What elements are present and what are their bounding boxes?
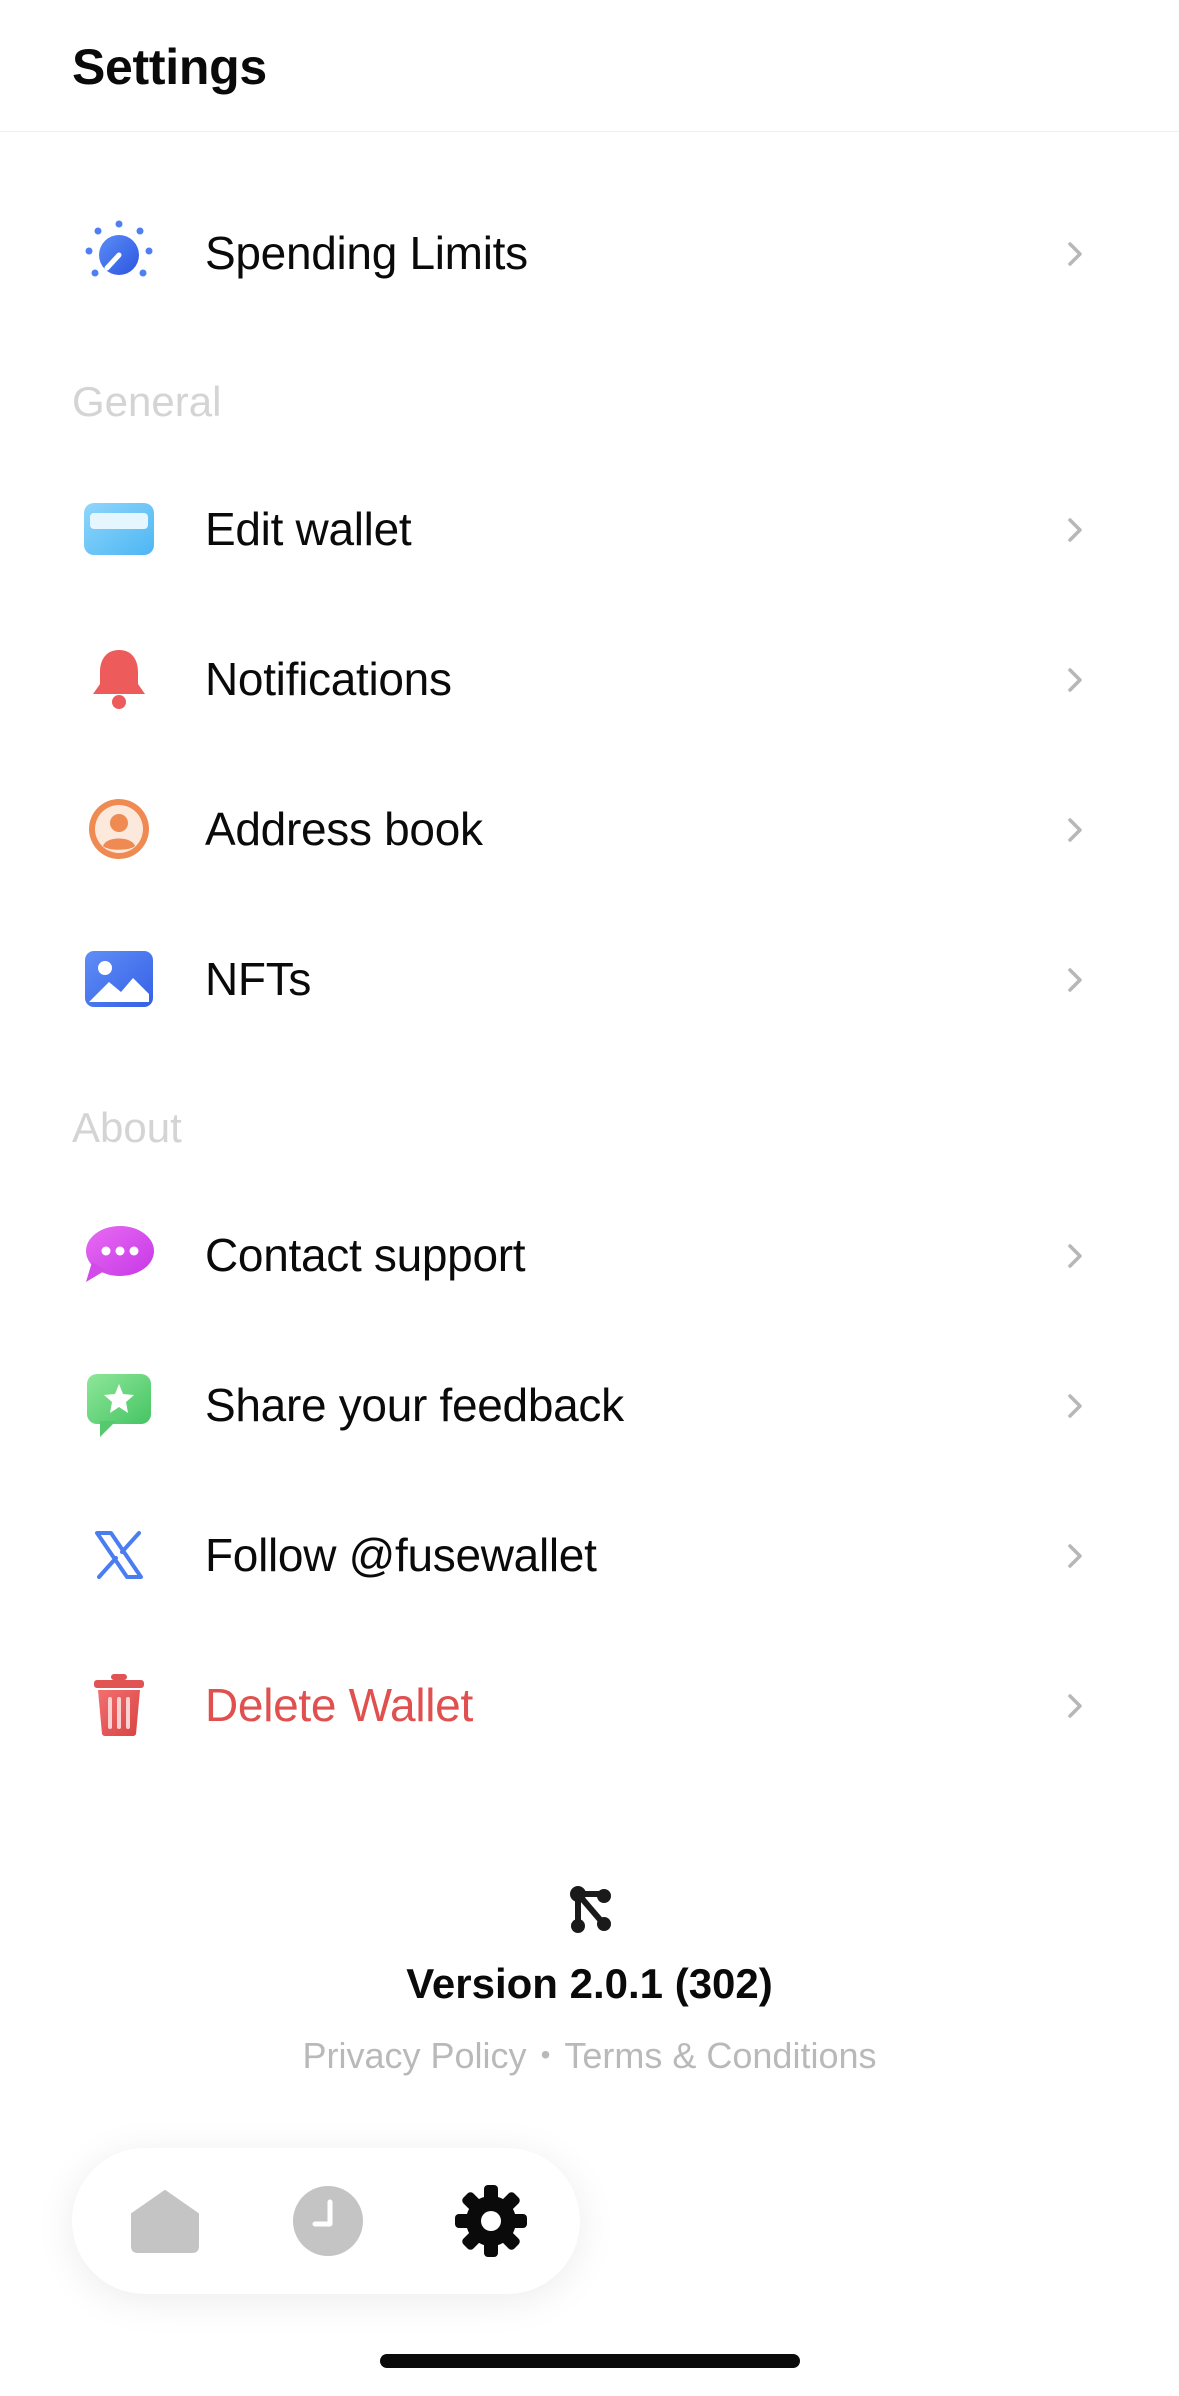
settings-row-notifications[interactable]: Notifications: [0, 614, 1179, 744]
settings-row-nfts[interactable]: NFTs: [0, 914, 1179, 1044]
chevron-right-icon: [1068, 668, 1082, 692]
tab-settings[interactable]: [448, 2178, 534, 2264]
legal-links: Privacy Policy • Terms & Conditions: [0, 2035, 1179, 2077]
app-version: Version 2.0.1 (302): [406, 1960, 773, 2007]
settings-row-address-book[interactable]: Address book: [0, 764, 1179, 894]
contact-icon: [80, 794, 158, 864]
row-label: Spending Limits: [205, 227, 528, 279]
gear-icon: [455, 2185, 527, 2257]
wallet-card-icon: [80, 494, 158, 564]
section-header-general: General: [72, 378, 222, 425]
terms-link[interactable]: Terms & Conditions: [564, 2035, 876, 2077]
settings-row-contact-support[interactable]: Contact support: [0, 1190, 1179, 1320]
settings-row-spending-limits[interactable]: Spending Limits: [0, 188, 1179, 318]
settings-row-follow-fusewallet[interactable]: Follow @fusewallet: [0, 1490, 1179, 1620]
settings-row-edit-wallet[interactable]: Edit wallet: [0, 464, 1179, 594]
row-label: Share your feedback: [205, 1379, 624, 1431]
gauge-icon: [80, 218, 158, 288]
settings-row-delete-wallet[interactable]: Delete Wallet: [0, 1640, 1179, 1770]
chevron-right-icon: [1068, 518, 1082, 542]
privacy-policy-link[interactable]: Privacy Policy: [303, 2035, 527, 2077]
chevron-right-icon: [1068, 1244, 1082, 1268]
feedback-star-icon: [80, 1370, 158, 1440]
bottom-tab-bar: [72, 2148, 580, 2294]
link-separator: •: [540, 2039, 551, 2070]
chat-bubble-icon: [80, 1220, 158, 1290]
chevron-right-icon: [1068, 1394, 1082, 1418]
home-icon: [131, 2190, 199, 2253]
row-label: Notifications: [205, 653, 452, 705]
settings-row-share-feedback[interactable]: Share your feedback: [0, 1340, 1179, 1470]
tab-home[interactable]: [122, 2178, 208, 2264]
row-label: NFTs: [205, 953, 312, 1005]
chevron-right-icon: [1068, 242, 1082, 266]
chevron-right-icon: [1068, 818, 1082, 842]
row-label: Contact support: [205, 1229, 526, 1281]
bell-icon: [80, 644, 158, 714]
clock-icon: [293, 2186, 363, 2256]
row-label: Edit wallet: [205, 503, 412, 555]
row-label: Follow @fusewallet: [205, 1529, 597, 1581]
section-header-about: About: [72, 1104, 182, 1151]
chevron-right-icon: [1068, 968, 1082, 992]
home-indicator: [380, 2354, 800, 2368]
image-icon: [80, 944, 158, 1014]
row-label: Address book: [205, 803, 483, 855]
fuse-logo-icon: [570, 1886, 611, 1933]
chevron-right-icon: [1068, 1544, 1082, 1568]
page-title: Settings: [72, 39, 267, 95]
tab-history[interactable]: [285, 2178, 371, 2264]
row-label: Delete Wallet: [205, 1679, 473, 1731]
x-logo-icon: [80, 1520, 158, 1590]
trash-icon: [80, 1670, 158, 1740]
chevron-right-icon: [1068, 1694, 1082, 1718]
top-bar: Settings: [0, 0, 1179, 132]
